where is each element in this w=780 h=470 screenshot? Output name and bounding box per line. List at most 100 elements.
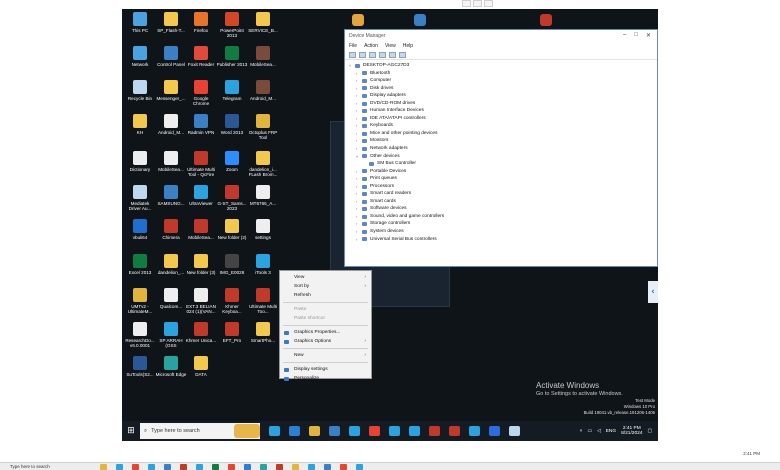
tree-item[interactable]: › DVD/CD-ROM drives	[349, 100, 653, 108]
desktop-icon[interactable]: Ultimate Multi Tool - QcFire	[185, 151, 217, 178]
back-icon[interactable]	[349, 51, 356, 58]
desktop-icon[interactable]: SP ARRAH (OSS	[155, 322, 187, 349]
desktop-icon[interactable]: MT6765_A...	[247, 185, 279, 206]
desktop-icon[interactable]: SERVICE_B...	[247, 12, 279, 33]
host-taskbar-app-icon[interactable]	[180, 463, 187, 470]
properties-icon[interactable]	[369, 51, 376, 58]
desktop-icon[interactable]: Messenger_...	[155, 80, 187, 101]
taskbar-app-icon[interactable]	[349, 426, 360, 436]
desktop-icon[interactable]: New folder (2)	[216, 219, 248, 240]
host-taskbar-app-icon[interactable]	[292, 463, 299, 470]
desktop-icon[interactable]: DATA	[185, 356, 217, 377]
tree-item[interactable]: › Human Interface Devices	[349, 107, 653, 115]
desktop-icon[interactable]: Dictionary	[124, 151, 156, 172]
chevron-left-icon[interactable]: ‹	[648, 281, 658, 303]
desktop-icon[interactable]: Microsoft Edge	[155, 356, 187, 377]
tree-item[interactable]: › Portable Devices	[349, 168, 653, 176]
host-taskbar-app-icon[interactable]	[148, 463, 155, 470]
taskbar-app-icon[interactable]	[469, 426, 480, 436]
forward-icon[interactable]	[359, 51, 366, 58]
desktop-icon[interactable]: SP_Flash-T...	[155, 12, 187, 33]
desktop-icon[interactable]: Excel 2013	[124, 254, 156, 275]
tree-item[interactable]: › Network adapters	[349, 145, 653, 153]
tree-item[interactable]: › Processors	[349, 183, 653, 191]
tree-item[interactable]: › Print queues	[349, 175, 653, 183]
desktop-icon[interactable]: dandelion_...	[155, 254, 187, 275]
minimize-button[interactable]: –	[623, 32, 626, 39]
context-menu-item[interactable]: Graphics Properties...	[280, 328, 371, 337]
desktop-top-icon[interactable]	[352, 11, 364, 30]
remote-desktop[interactable]: This PC SP_Flash-T... Firefox PowerPoint 20…	[122, 9, 658, 441]
close-icon[interactable]	[484, 0, 493, 7]
desktop-icon[interactable]: SuTools(S2...	[124, 356, 156, 377]
desktop-icon[interactable]: Firefox	[185, 12, 217, 33]
taskbar-app-icon[interactable]	[449, 426, 460, 436]
desktop-icon[interactable]: iTools 3	[247, 254, 279, 275]
monitor-icon[interactable]	[399, 51, 406, 58]
help-icon[interactable]	[379, 51, 386, 58]
taskbar-app-icon[interactable]	[369, 426, 380, 436]
host-taskbar-app-icon[interactable]	[356, 463, 363, 470]
tree-item[interactable]: › Keyboards	[349, 122, 653, 130]
desktop-icon[interactable]: This PC	[124, 12, 156, 33]
windows-start-icon[interactable]: ⊞	[122, 426, 140, 436]
update-driver-icon[interactable]	[389, 51, 396, 58]
desktop-icon[interactable]: Octoplus FRP Tool	[247, 114, 279, 141]
host-search[interactable]: Type here to search	[0, 464, 60, 469]
desktop-icon[interactable]: SAMSUNG...	[155, 185, 187, 206]
tree-item[interactable]: › Mice and other pointing devices	[349, 130, 653, 138]
host-taskbar-app-icon[interactable]	[100, 463, 107, 470]
clock[interactable]: 2:41 PM 8/21/2024	[621, 426, 642, 437]
desktop-icon[interactable]: Zoom	[216, 151, 248, 172]
desktop-icon[interactable]: Android_M...	[247, 80, 279, 101]
menu-file[interactable]: File	[349, 43, 357, 49]
desktop-icon[interactable]: KH	[124, 114, 156, 135]
maximize-button[interactable]: □	[634, 32, 638, 39]
desktop-icon[interactable]: G-ST_Sams... 2023	[216, 185, 248, 212]
maximize-icon[interactable]	[473, 0, 482, 7]
host-taskbar-app-icon[interactable]	[244, 463, 251, 470]
context-menu-item[interactable]: Sort by ›	[280, 282, 371, 291]
tree-item[interactable]: › Computer	[349, 77, 653, 85]
host-taskbar-app-icon[interactable]	[276, 463, 283, 470]
desktop-icon[interactable]: SmartPho...	[247, 322, 279, 343]
host-clock[interactable]: 2:41 PM	[743, 451, 760, 456]
tree-item[interactable]: › Display adapters	[349, 92, 653, 100]
desktop-icon[interactable]: Word 2013	[216, 114, 248, 135]
desktop-icon[interactable]: UMTv2 - UltimateM...	[124, 288, 156, 315]
device-manager-window[interactable]: Device Manager – □ ✕ File Action View He…	[344, 29, 658, 267]
volume-icon[interactable]: ◁	[597, 429, 601, 434]
desktop-icon[interactable]: Khmer Unica...	[185, 322, 217, 343]
desktop-icon[interactable]: MobileSea...	[247, 46, 279, 67]
tree-item[interactable]: › Sound, video and game controllers	[349, 213, 653, 221]
network-icon[interactable]: ▭	[587, 429, 592, 434]
title-bar[interactable]: Device Manager – □ ✕	[345, 30, 657, 41]
desktop-icon[interactable]: Chimera	[155, 219, 187, 240]
tree-item[interactable]: ˅ DESKTOP-AGC27D3	[349, 62, 653, 70]
taskbar-app-icon[interactable]	[289, 426, 300, 436]
language-indicator[interactable]: ENG	[606, 429, 616, 434]
desktop-icon[interactable]: Khmer Keyboa...	[216, 288, 248, 315]
desktop-icon[interactable]: EXT.3 BELIAN 024 (1)(VAN...	[185, 288, 217, 315]
host-taskbar-app-icon[interactable]	[228, 463, 235, 470]
desktop-icon[interactable]: Android_M...	[155, 114, 187, 135]
desktop-icon[interactable]: Qualcom...	[155, 288, 187, 309]
desktop-icon[interactable]: UltraViewer	[185, 185, 217, 206]
desktop-icon[interactable]: Recycle Bin	[124, 80, 156, 101]
desktop-icon[interactable]: Network	[124, 46, 156, 67]
desktop-top-icon[interactable]	[414, 11, 426, 30]
tree-item[interactable]: › System devices	[349, 228, 653, 236]
menu-view[interactable]: View	[385, 43, 396, 49]
host-taskbar-app-icon[interactable]	[340, 463, 347, 470]
taskbar-app-icon[interactable]	[409, 426, 420, 436]
host-taskbar-app-icon[interactable]	[308, 463, 315, 470]
desktop-top-icon[interactable]	[540, 11, 552, 30]
tree-item[interactable]: › Smart cards	[349, 198, 653, 206]
desktop-icon[interactable]: EFT_Pro	[216, 322, 248, 343]
tree-item[interactable]: ˅ Other devices	[349, 153, 653, 161]
context-menu-item[interactable]: New ›	[280, 351, 371, 360]
menu-action[interactable]: Action	[364, 43, 378, 49]
context-menu-item[interactable]: Personalize	[280, 374, 371, 383]
desktop-icon[interactable]: Publisher 2013	[216, 46, 248, 67]
taskbar-app-icon[interactable]	[509, 426, 520, 436]
